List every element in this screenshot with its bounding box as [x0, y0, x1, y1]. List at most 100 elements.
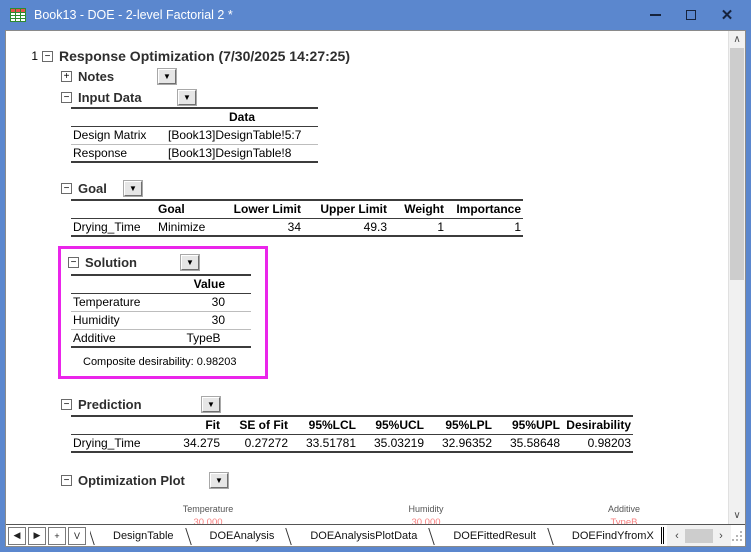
maximize-button[interactable] [673, 1, 709, 29]
report-title-row: 1 − Response Optimization (7/30/2025 14:… [26, 47, 728, 65]
row-label: Design Matrix [71, 126, 166, 145]
tab-doefindyfromx[interactable]: DOEFindYfromX [559, 530, 661, 542]
prediction-label: Prediction [78, 397, 142, 412]
sheet-list-button[interactable]: V [68, 526, 86, 545]
factor-value: TypeB [186, 330, 221, 345]
report-client-area: 1 − Response Optimization (7/30/2025 14:… [5, 30, 746, 547]
input-col-header: Data [166, 108, 318, 127]
sheet-tab-bar: ◀ ▶ + V DesignTable DOEAnalysis DOEAnaly… [6, 524, 745, 546]
desirability-value: 0.98203 [587, 435, 631, 450]
tab-hscroll-thumb[interactable] [685, 528, 713, 543]
notes-dropdown-button[interactable]: ▼ [157, 68, 177, 85]
table-row: Drying_Time Minimize 34 49.3 1 1 [71, 218, 523, 236]
optimization-plot-factors: Temperature 30.000 Humidity 30.000 Addit… [6, 504, 728, 524]
row-value: [Book13]DesignTable!8 [168, 145, 292, 160]
analysis-report: 1 − Response Optimization (7/30/2025 14:… [6, 31, 728, 524]
optimization-plot-dropdown-button[interactable]: ▼ [209, 472, 229, 489]
factor-value: 30 [156, 293, 251, 312]
tab-hscroll-left-button[interactable]: ‹ [669, 528, 685, 544]
tab-scroll-right-button[interactable]: ▶ [28, 526, 46, 545]
col-header: 95%LPL [426, 416, 494, 435]
window-titlebar[interactable]: Book13 - DOE - 2-level Factorial 2 * ✕ [0, 0, 751, 30]
factor-name: Temperature [71, 293, 156, 312]
dropdown-arrow-icon: ▼ [163, 72, 171, 81]
add-sheet-button[interactable]: + [48, 526, 66, 545]
table-row: Design Matrix [Book13]DesignTable!5:7 [71, 126, 318, 145]
prediction-dropdown-button[interactable]: ▼ [201, 396, 221, 413]
magenta-annotation-box: − Solution ▼ Value Temperature 30 Humidi… [58, 246, 268, 379]
col-header: 95%LCL [290, 416, 358, 435]
dropdown-arrow-icon: ▼ [186, 258, 194, 267]
ucl-value: 35.03219 [373, 435, 424, 450]
col-header: Goal [156, 200, 226, 219]
composite-desirability-note: Composite desirability: 0.98203 [83, 356, 237, 368]
upl-value: 35.58648 [509, 435, 560, 450]
input-data-table: Data Design Matrix [Book13]DesignTable!5… [71, 107, 318, 163]
close-button[interactable]: ✕ [709, 1, 745, 29]
factor-optimal-value: 30.000 [193, 517, 223, 524]
vertical-scrollbar-thumb[interactable] [730, 48, 744, 280]
collapse-box-goal[interactable]: − [61, 183, 72, 194]
row-value: [Book13]DesignTable!5:7 [166, 126, 318, 145]
vertical-scrollbar[interactable]: ∧ ∨ [728, 31, 745, 524]
factor-name: Humidity [408, 504, 444, 514]
tab-separator-icon [187, 528, 197, 544]
tab-doeanalysis[interactable]: DOEAnalysis [197, 530, 288, 542]
section-solution: − Solution ▼ [68, 254, 265, 271]
window-controls: ✕ [637, 1, 745, 29]
lower-limit: 34 [287, 219, 301, 234]
factor-column: Additive TypeB [562, 504, 686, 524]
goal-value: Minimize [158, 219, 206, 234]
factor-name: Additive [73, 330, 116, 345]
tab-separator-icon [549, 528, 559, 544]
tab-designtable[interactable]: DesignTable [100, 530, 187, 542]
col-header: SE of Fit [222, 416, 290, 435]
table-row: Humidity 30 [71, 311, 251, 330]
tab-separator-icon [430, 528, 440, 544]
tab-hscroll-right-button[interactable]: › [713, 528, 729, 544]
scroll-up-button[interactable]: ∧ [729, 31, 745, 48]
prediction-header-row: Fit SE of Fit 95%LCL 95%UCL 95%LPL 95%UP… [71, 416, 633, 435]
solution-dropdown-button[interactable]: ▼ [180, 254, 200, 271]
goal-label: Goal [78, 181, 107, 196]
maximize-icon [686, 10, 696, 20]
active-tab-edge [661, 527, 664, 544]
minimize-button[interactable] [637, 1, 673, 29]
collapse-box-prediction[interactable]: − [61, 399, 72, 410]
expand-box-notes[interactable]: + [61, 71, 72, 82]
goal-table: Goal Lower Limit Upper Limit Weight Impo… [71, 199, 523, 237]
value-header: Value [156, 275, 251, 294]
input-data-label: Input Data [78, 90, 142, 105]
col-header: 95%UPL [494, 416, 562, 435]
collapse-box-solution[interactable]: − [68, 257, 79, 268]
collapse-box-optimization-plot[interactable]: − [61, 475, 72, 486]
response-name: Drying_Time [73, 219, 141, 234]
tab-scroll-left-button[interactable]: ◀ [8, 526, 26, 545]
section-prediction: − Prediction ▼ [61, 396, 728, 413]
scroll-down-button[interactable]: ∨ [729, 507, 745, 524]
col-header: Upper Limit [303, 200, 389, 219]
collapse-box-input-data[interactable]: − [61, 92, 72, 103]
goal-dropdown-button[interactable]: ▼ [123, 180, 143, 197]
tab-horizontal-scrollbar[interactable]: ‹ › [667, 525, 731, 546]
tab-doeanalysisplotdata[interactable]: DOEAnalysisPlotData [297, 530, 430, 542]
input-data-dropdown-button[interactable]: ▼ [177, 89, 197, 106]
prediction-table: Fit SE of Fit 95%LCL 95%UCL 95%LPL 95%UP… [71, 415, 633, 453]
weight: 1 [437, 219, 444, 234]
row-label: Response [73, 145, 128, 160]
factor-optimal-value: 30.000 [411, 517, 441, 524]
se-value: 0.27272 [244, 435, 288, 450]
section-optimization-plot: − Optimization Plot ▼ [61, 472, 728, 489]
factor-column: Temperature 30.000 [146, 504, 270, 524]
optimization-plot-label: Optimization Plot [78, 473, 185, 488]
tab-doefittedresult[interactable]: DOEFittedResult [440, 530, 549, 542]
goal-header-row: Goal Lower Limit Upper Limit Weight Impo… [71, 200, 523, 219]
dropdown-arrow-icon: ▼ [207, 400, 215, 409]
notes-label: Notes [78, 69, 115, 84]
col-header: 95%UCL [358, 416, 426, 435]
table-row: Response [Book13]DesignTable!8 [71, 144, 318, 162]
lcl-value: 33.51781 [305, 435, 356, 450]
factor-column: Humidity 30.000 [364, 504, 488, 524]
resize-grip[interactable] [731, 528, 745, 544]
collapse-box-report[interactable]: − [42, 50, 53, 62]
